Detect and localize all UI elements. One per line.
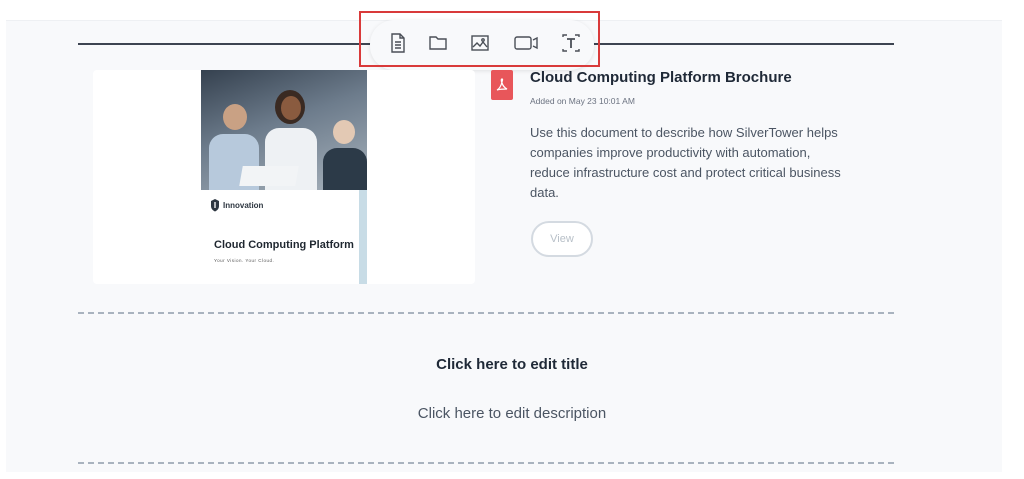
cover-title: Cloud Computing Platform	[214, 239, 354, 251]
cover-tagline: Your Vision. Your Cloud.	[214, 258, 275, 263]
view-button[interactable]: View	[531, 221, 593, 257]
toolbar-highlight-box	[359, 11, 600, 67]
document-title[interactable]: Cloud Computing Platform Brochure	[530, 69, 792, 86]
cover-accent-strip	[359, 190, 367, 284]
document-description: Use this document to describe how Silver…	[530, 125, 841, 200]
document-added-date: Added on May 23 10:01 AM	[530, 96, 635, 106]
cover-logo: Innovation	[210, 198, 263, 212]
editable-title[interactable]: Click here to edit title	[0, 356, 1024, 373]
shield-logo-icon	[211, 199, 219, 212]
section-divider-dashed-1	[78, 312, 894, 314]
editable-description[interactable]: Click here to edit description	[0, 405, 1024, 422]
section-divider-dashed-2	[78, 462, 894, 464]
cover-photo	[201, 70, 367, 190]
brochure-cover-image: Innovation Cloud Computing Platform Your…	[201, 70, 367, 284]
cover-logo-text: Innovation	[223, 200, 264, 210]
pdf-icon	[491, 70, 513, 100]
